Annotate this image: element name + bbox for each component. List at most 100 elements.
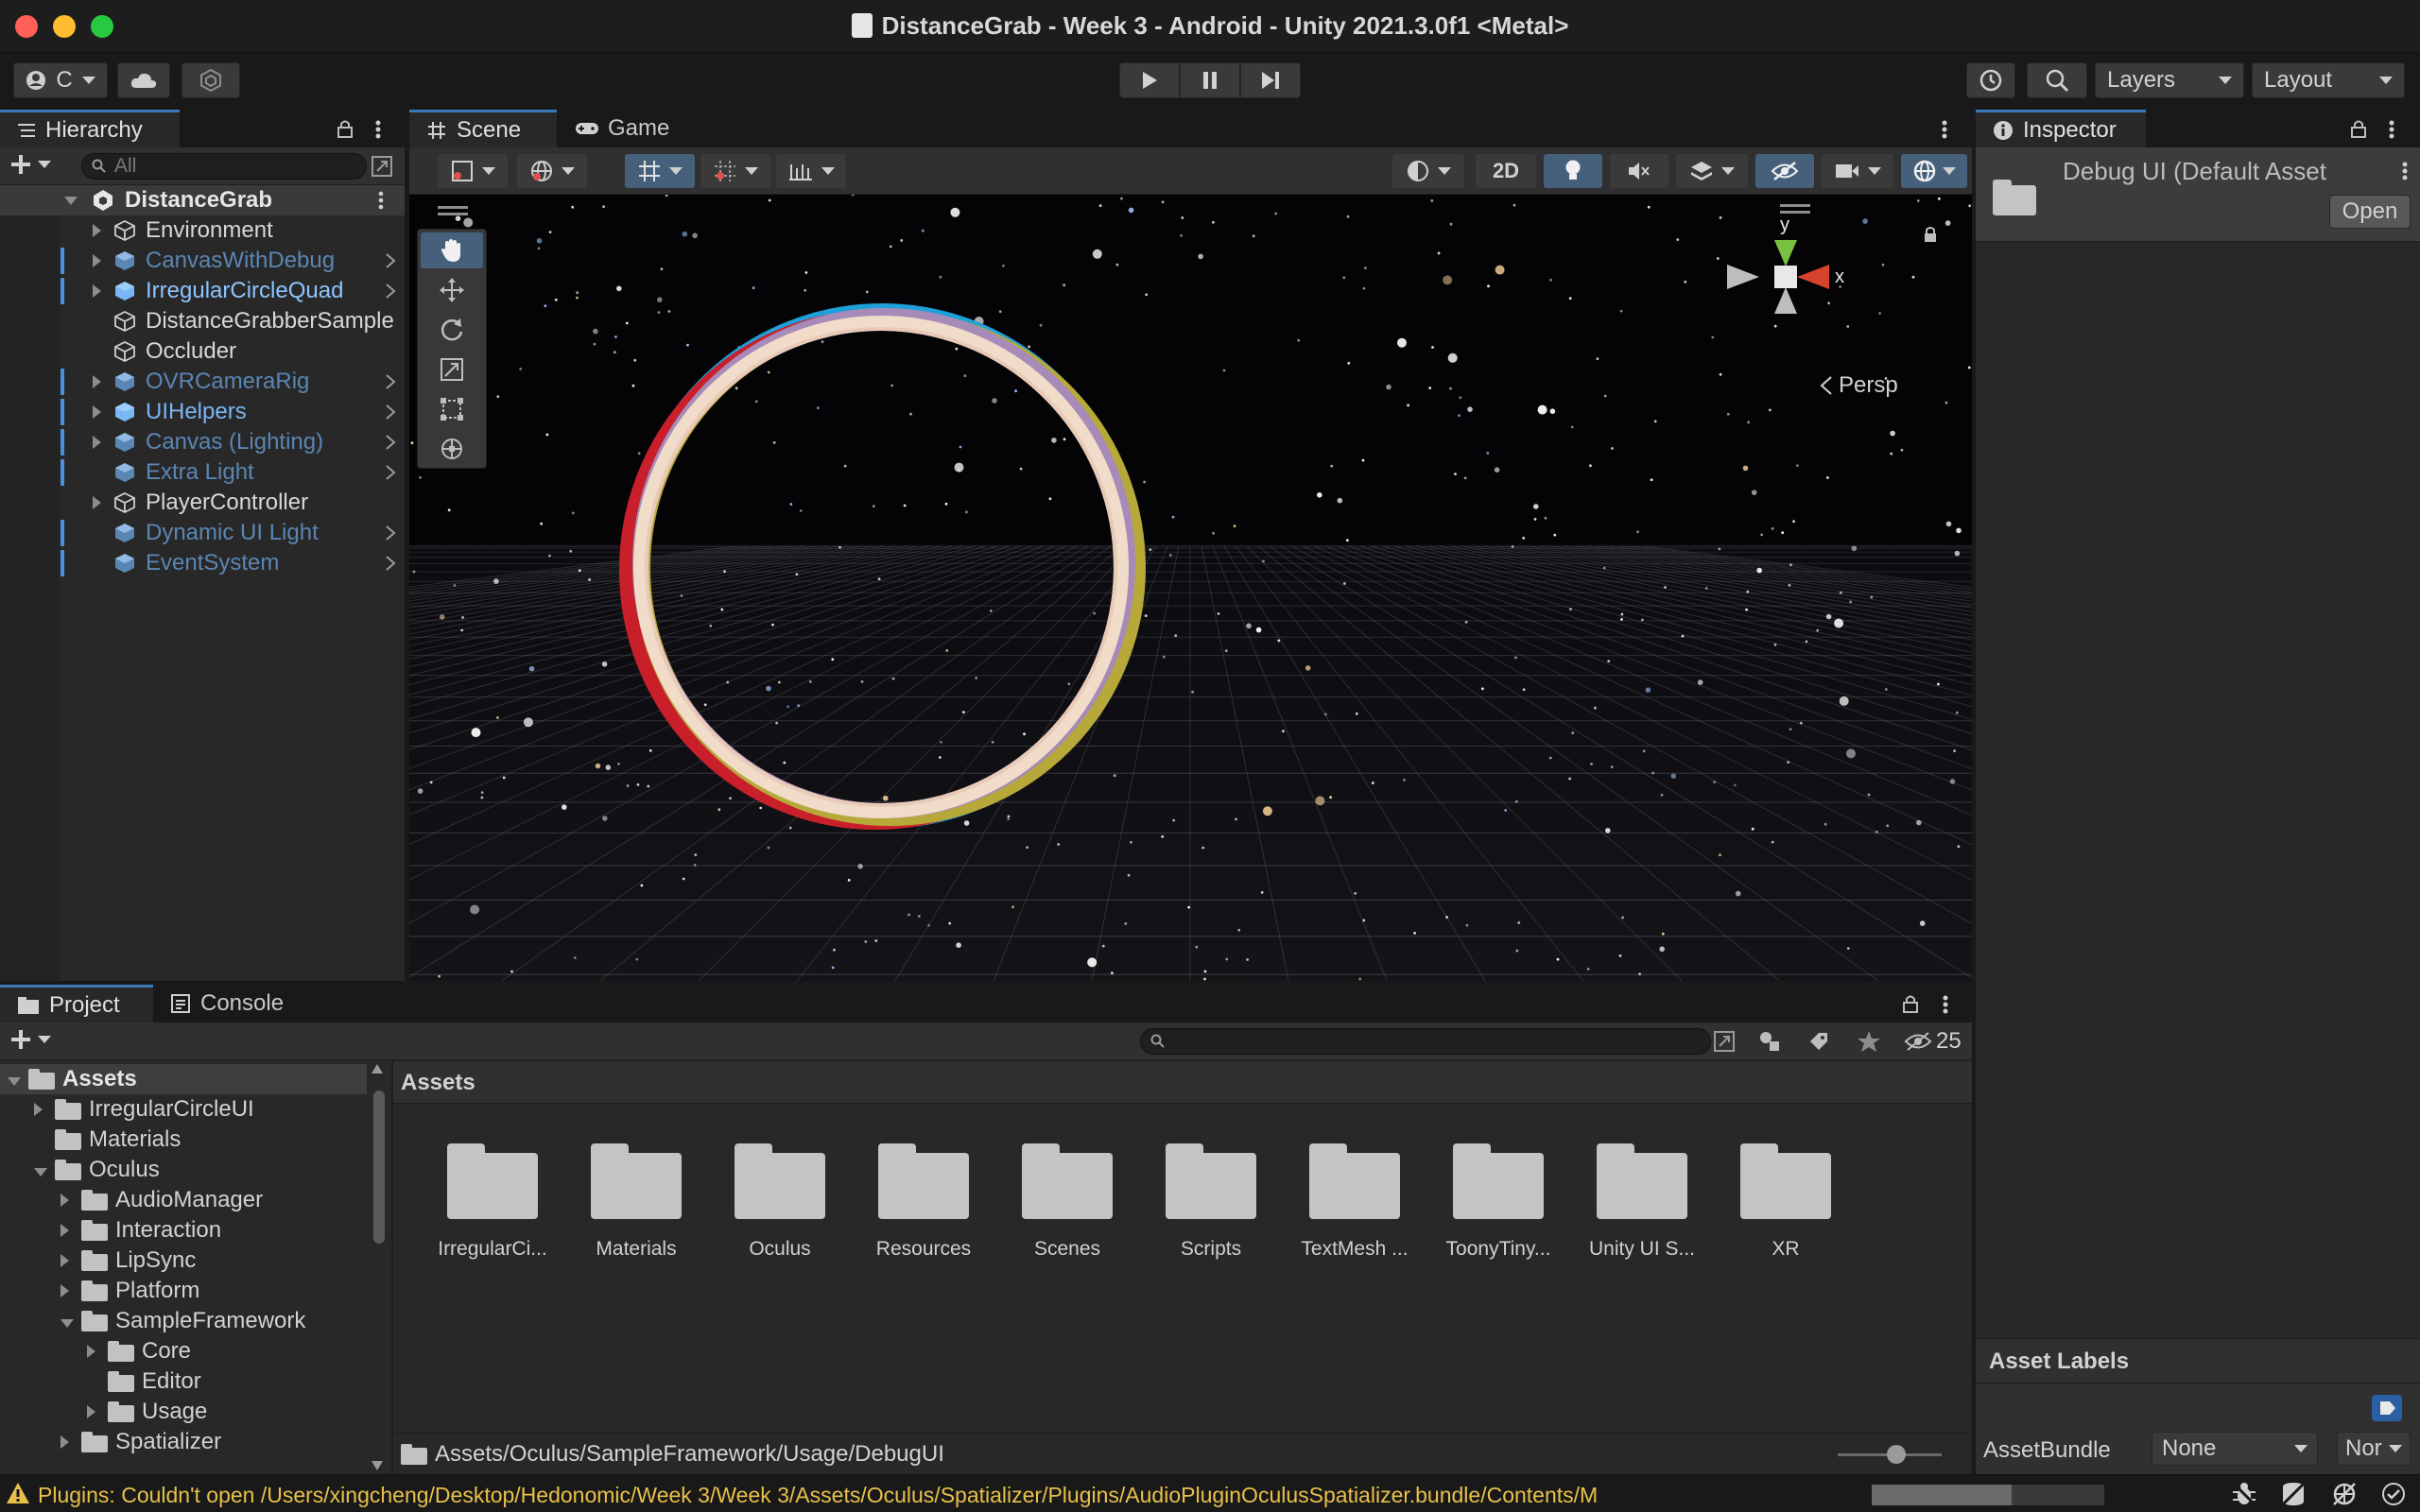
asset-grid-item[interactable]: Scripts xyxy=(1140,1143,1282,1261)
asset-grid-item[interactable]: IrregularCi... xyxy=(422,1143,563,1261)
search-scope-icon[interactable] xyxy=(1713,1030,1736,1053)
expand-arrow-icon[interactable] xyxy=(60,1278,81,1304)
cache-server-icon[interactable] xyxy=(2280,1481,2307,1507)
project-search-input[interactable] xyxy=(1140,1028,1711,1055)
hierarchy-item[interactable]: Canvas (Lighting) xyxy=(0,427,405,457)
folder-tree-item[interactable]: Usage xyxy=(0,1397,367,1427)
hierarchy-item[interactable]: DistanceGrabberSample xyxy=(0,306,405,336)
expand-arrow-icon[interactable] xyxy=(60,1187,81,1213)
expand-arrow-icon[interactable] xyxy=(64,196,78,205)
history-button[interactable] xyxy=(1966,62,2015,98)
expand-arrow-icon[interactable] xyxy=(60,1247,81,1274)
hierarchy-item[interactable]: IrregularCircleQuad xyxy=(0,276,405,306)
shading-mode-dropdown[interactable] xyxy=(1392,154,1464,188)
hierarchy-item[interactable]: Environment xyxy=(0,215,405,246)
tab-hierarchy[interactable]: Hierarchy xyxy=(0,110,180,147)
hidden-packages-toggle[interactable]: 25 xyxy=(1904,1028,1962,1055)
hierarchy-search-input[interactable]: All xyxy=(81,153,367,180)
rotate-tool-button[interactable] xyxy=(421,312,483,348)
expand-arrow-icon[interactable] xyxy=(60,1217,81,1244)
audio-toggle[interactable] xyxy=(1610,154,1668,188)
hierarchy-item[interactable]: OVRCameraRig xyxy=(0,367,405,397)
tab-console[interactable]: Console xyxy=(153,985,314,1022)
gizmos-dropdown[interactable] xyxy=(1901,154,1967,188)
folder-tree-item[interactable]: Interaction xyxy=(0,1215,367,1246)
hierarchy-item[interactable]: CanvasWithDebug xyxy=(0,246,405,276)
folder-tree-item[interactable]: Core xyxy=(0,1336,367,1366)
icon-size-slider-thumb[interactable] xyxy=(1887,1445,1906,1464)
ruler-dropdown[interactable] xyxy=(776,154,846,188)
folder-tree-item[interactable]: Editor xyxy=(0,1366,367,1397)
scene-visibility-icon[interactable] xyxy=(371,155,393,178)
expand-arrow-icon[interactable] xyxy=(87,1338,108,1365)
lighting-toggle[interactable] xyxy=(1544,154,1602,188)
layers-dropdown[interactable]: Layers xyxy=(2095,62,2244,98)
scale-tool-button[interactable] xyxy=(421,352,483,387)
chevron-right-icon[interactable] xyxy=(384,524,397,542)
move-tool-button[interactable] xyxy=(421,272,483,308)
hierarchy-item[interactable]: Dynamic UI Light xyxy=(0,518,405,548)
lock-icon[interactable] xyxy=(337,119,354,138)
chevron-right-icon[interactable] xyxy=(384,251,397,270)
tree-scrollbar-thumb[interactable] xyxy=(373,1091,385,1244)
pause-button[interactable] xyxy=(1180,62,1240,98)
asset-grid-item[interactable]: ToonyTiny... xyxy=(1427,1143,1569,1261)
expand-arrow-icon[interactable] xyxy=(93,369,113,395)
asset-grid-item[interactable]: Unity UI S... xyxy=(1571,1143,1713,1261)
collab-button[interactable] xyxy=(182,62,240,98)
gizmo-handle[interactable] xyxy=(1780,204,1810,207)
lock-icon[interactable] xyxy=(2350,119,2367,138)
expand-arrow-icon[interactable] xyxy=(34,1157,55,1183)
more-options-icon[interactable] xyxy=(2399,161,2411,181)
tab-game[interactable]: Game xyxy=(557,110,699,147)
favorite-star-icon[interactable] xyxy=(1857,1030,1881,1053)
expand-arrow-icon[interactable] xyxy=(93,429,113,455)
grid-snap-toggle[interactable] xyxy=(625,154,695,188)
chevron-right-icon[interactable] xyxy=(384,554,397,573)
increment-snap-dropdown[interactable] xyxy=(700,154,770,188)
scene-row[interactable]: DistanceGrab xyxy=(0,185,405,215)
chevron-right-icon[interactable] xyxy=(384,433,397,452)
chevron-right-icon[interactable] xyxy=(384,463,397,482)
more-options-icon[interactable] xyxy=(376,190,386,211)
asset-grid-item[interactable]: Scenes xyxy=(996,1143,1138,1261)
create-button[interactable] xyxy=(9,153,51,176)
search-button[interactable] xyxy=(2027,62,2087,98)
tool-palette-handle[interactable] xyxy=(438,206,468,209)
expand-arrow-icon[interactable] xyxy=(87,1399,108,1425)
more-options-icon[interactable] xyxy=(2386,119,2397,140)
debug-bug-icon[interactable] xyxy=(2231,1481,2257,1507)
folder-tree-item[interactable]: IrregularCircleUI xyxy=(0,1094,367,1125)
tab-scene[interactable]: Scene xyxy=(409,110,557,147)
folder-tree-item[interactable]: Platform xyxy=(0,1276,367,1306)
effects-dropdown[interactable] xyxy=(1676,154,1748,188)
chevron-right-icon[interactable] xyxy=(384,372,397,391)
hierarchy-item[interactable]: PlayerController xyxy=(0,488,405,518)
folder-tree-item[interactable]: AudioManager xyxy=(0,1185,367,1215)
expand-arrow-icon[interactable] xyxy=(8,1066,28,1092)
assetbundle-dropdown[interactable]: None xyxy=(2152,1432,2318,1466)
status-message[interactable]: Plugins: Couldn't open /Users/xingcheng/… xyxy=(38,1483,1872,1508)
tree-scrollbar[interactable] xyxy=(371,1064,388,1474)
checkmark-circle-icon[interactable] xyxy=(2380,1481,2407,1507)
expand-arrow-icon[interactable] xyxy=(93,278,113,304)
asset-grid-item[interactable]: TextMesh ... xyxy=(1284,1143,1426,1261)
hierarchy-item[interactable]: Extra Light xyxy=(0,457,405,488)
transform-tool-button[interactable] xyxy=(421,431,483,467)
asset-grid-item[interactable]: Resources xyxy=(853,1143,994,1261)
more-options-icon[interactable] xyxy=(1940,994,1951,1015)
lock-icon[interactable] xyxy=(1902,994,1919,1013)
folder-tree-item[interactable]: LipSync xyxy=(0,1246,367,1276)
auto-generate-lighting-icon[interactable] xyxy=(2331,1481,2358,1507)
step-button[interactable] xyxy=(1240,62,1301,98)
label-tag-icon[interactable] xyxy=(2371,1394,2403,1422)
asset-grid-item[interactable]: Oculus xyxy=(709,1143,851,1261)
play-button[interactable] xyxy=(1119,62,1180,98)
orientation-gizmo[interactable]: y x xyxy=(1720,212,1852,335)
cloud-button[interactable] xyxy=(117,62,170,98)
lock-icon[interactable] xyxy=(1922,225,1939,244)
breadcrumb[interactable]: Assets xyxy=(401,1070,475,1096)
draw-mode-dropdown[interactable] xyxy=(438,154,508,188)
tab-project[interactable]: Project xyxy=(0,985,153,1022)
asset-grid-item[interactable]: XR xyxy=(1715,1143,1857,1261)
